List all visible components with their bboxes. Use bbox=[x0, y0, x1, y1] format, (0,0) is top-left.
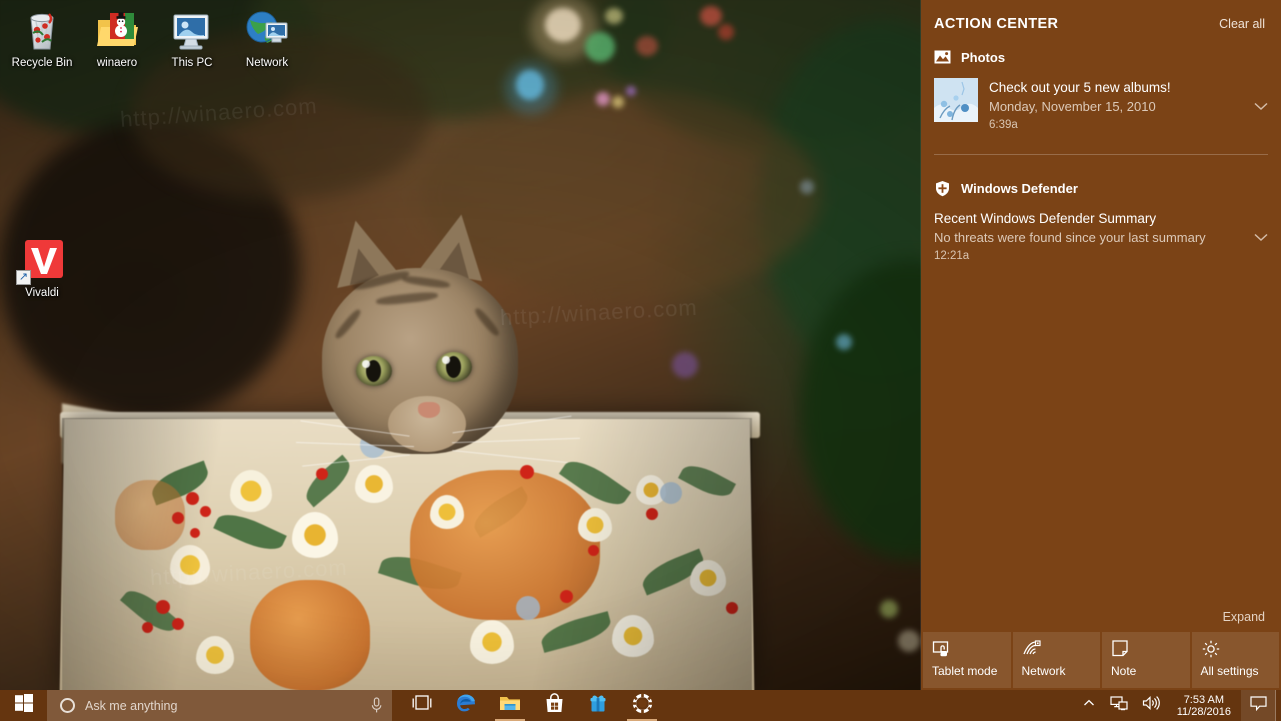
notification-group-name: Windows Defender bbox=[961, 181, 1078, 196]
vivaldi-icon: ↗ bbox=[16, 236, 66, 285]
desktop-icon-label: This PC bbox=[171, 57, 213, 69]
search-input[interactable]: Ask me anything bbox=[47, 690, 392, 721]
tablet-mode-icon bbox=[932, 641, 952, 663]
taskbar: Ask me anything 7:53 AM 11/28/2016 bbox=[0, 690, 1281, 721]
speaker-icon bbox=[1142, 695, 1160, 716]
clock-time: 7:53 AM bbox=[1183, 693, 1225, 706]
quick-action-label: Tablet mode bbox=[932, 664, 998, 678]
cortana-circle-icon bbox=[60, 698, 75, 713]
gear-icon bbox=[631, 692, 653, 719]
desktop-icon-network[interactable]: Network bbox=[229, 6, 305, 70]
quick-action-label: Network bbox=[1021, 664, 1066, 678]
notification-item[interactable]: Recent Windows Defender Summary No threa… bbox=[921, 205, 1281, 275]
notification-subtitle: Monday, November 15, 2010 bbox=[989, 99, 1156, 114]
quick-actions-grid: Tablet mode Network Note All settings bbox=[921, 632, 1281, 690]
expand-button[interactable]: Expand bbox=[1223, 610, 1265, 624]
chevron-up-icon bbox=[1082, 696, 1096, 715]
notification-time: 6:39a bbox=[989, 119, 1018, 131]
search-placeholder: Ask me anything bbox=[85, 698, 178, 713]
taskbar-clock[interactable]: 7:53 AM 11/28/2016 bbox=[1167, 690, 1241, 721]
taskbar-button-task-view[interactable] bbox=[400, 690, 444, 721]
notification-title: Recent Windows Defender Summary bbox=[934, 211, 1157, 226]
quick-action-network[interactable]: Network bbox=[1012, 632, 1100, 688]
notification-text: Check out your 5 new albums! Monday, Nov… bbox=[989, 78, 1240, 134]
start-button[interactable] bbox=[0, 690, 47, 721]
this-pc-icon bbox=[168, 6, 216, 54]
taskbar-button-file-explorer[interactable] bbox=[488, 690, 532, 721]
desktop-icon-label: Vivaldi bbox=[25, 287, 59, 299]
taskbar-button-microsoft-edge[interactable] bbox=[444, 690, 488, 721]
notification-group-header[interactable]: Windows Defender bbox=[921, 173, 1281, 205]
notification-group-name: Photos bbox=[961, 50, 1006, 65]
quick-action-tablet-mode[interactable]: Tablet mode bbox=[923, 632, 1011, 688]
shortcut-arrow-icon: ↗ bbox=[16, 270, 31, 285]
store-app-icon bbox=[588, 693, 609, 719]
recycle-bin-icon bbox=[18, 6, 66, 54]
network-wifi-icon bbox=[1022, 640, 1042, 663]
notification-divider bbox=[934, 154, 1268, 155]
notification-group-photos: Photos Check out your 5 new albums! Mond… bbox=[921, 42, 1281, 144]
notification-subtitle: No threats were found since your last su… bbox=[934, 230, 1206, 245]
tray-network-button[interactable] bbox=[1103, 690, 1135, 721]
gear-icon bbox=[1201, 640, 1221, 663]
notification-text: Recent Windows Defender Summary No threa… bbox=[934, 209, 1240, 265]
quick-action-note[interactable]: Note bbox=[1102, 632, 1190, 688]
action-center-header: ACTION CENTER Clear all bbox=[921, 0, 1281, 42]
show-desktop-button[interactable] bbox=[1275, 690, 1281, 721]
expand-row: Expand bbox=[921, 610, 1281, 632]
chevron-down-icon[interactable] bbox=[1251, 96, 1271, 116]
task-view-icon bbox=[411, 694, 433, 717]
notification-title: Check out your 5 new albums! bbox=[989, 80, 1171, 95]
desktop-icon-recycle-bin[interactable]: Recycle Bin bbox=[4, 6, 80, 70]
clear-all-button[interactable]: Clear all bbox=[1219, 17, 1265, 31]
clock-date: 11/28/2016 bbox=[1176, 705, 1231, 718]
notification-item[interactable]: Check out your 5 new albums! Monday, Nov… bbox=[921, 74, 1281, 144]
tray-overflow-button[interactable] bbox=[1075, 690, 1103, 721]
microphone-icon[interactable] bbox=[370, 697, 383, 714]
notification-time: 12:21a bbox=[934, 250, 970, 262]
desktop-wallpaper[interactable]: http://winaero.com http://winaero.com ht… bbox=[0, 0, 921, 690]
photo-thumbnail bbox=[934, 78, 978, 122]
desktop-icon-this-pc[interactable]: This PC bbox=[154, 6, 230, 70]
shield-icon bbox=[934, 180, 951, 197]
desktop-icon-label: Network bbox=[245, 57, 289, 69]
action-center-tray-button[interactable] bbox=[1241, 690, 1275, 721]
store-icon bbox=[544, 692, 565, 719]
action-center-panel: ACTION CENTER Clear all Photos Check out… bbox=[921, 0, 1281, 690]
taskbar-button-settings[interactable] bbox=[620, 690, 664, 721]
desktop-icon-label: Recycle Bin bbox=[11, 57, 73, 69]
notification-group-header[interactable]: Photos bbox=[921, 42, 1281, 74]
network-monitor-icon bbox=[1110, 695, 1128, 716]
quick-actions-area: Expand Tablet mode Network Note All sett… bbox=[921, 610, 1281, 690]
file-explorer-icon bbox=[499, 694, 521, 718]
chevron-down-icon[interactable] bbox=[1251, 227, 1271, 247]
action-center-title: ACTION CENTER bbox=[934, 16, 1059, 32]
tray-volume-button[interactable] bbox=[1135, 690, 1167, 721]
desktop-screen: http://winaero.com http://winaero.com ht… bbox=[0, 0, 1281, 721]
edge-icon bbox=[455, 692, 477, 719]
windows-logo-icon bbox=[14, 694, 33, 717]
quick-action-label: All settings bbox=[1200, 664, 1259, 678]
taskbar-button-store-app[interactable] bbox=[576, 690, 620, 721]
desktop-icon-label: winaero bbox=[96, 57, 138, 69]
system-tray: 7:53 AM 11/28/2016 bbox=[1075, 690, 1281, 721]
action-center-icon bbox=[1249, 695, 1267, 716]
notifications-list: Photos Check out your 5 new albums! Mond… bbox=[921, 42, 1281, 610]
folder-winaero-icon bbox=[93, 6, 141, 54]
notification-group-windows-defender: Windows Defender Recent Windows Defender… bbox=[921, 173, 1281, 275]
quick-action-label: Note bbox=[1111, 664, 1137, 678]
desktop-icon-winaero[interactable]: winaero bbox=[79, 6, 155, 70]
photos-icon bbox=[934, 49, 951, 66]
taskbar-button-microsoft-store[interactable] bbox=[532, 690, 576, 721]
quick-action-all-settings[interactable]: All settings bbox=[1191, 632, 1279, 688]
desktop-icon-vivaldi[interactable]: ↗ Vivaldi bbox=[4, 236, 80, 300]
network-icon bbox=[243, 6, 291, 54]
note-icon bbox=[1111, 640, 1131, 663]
